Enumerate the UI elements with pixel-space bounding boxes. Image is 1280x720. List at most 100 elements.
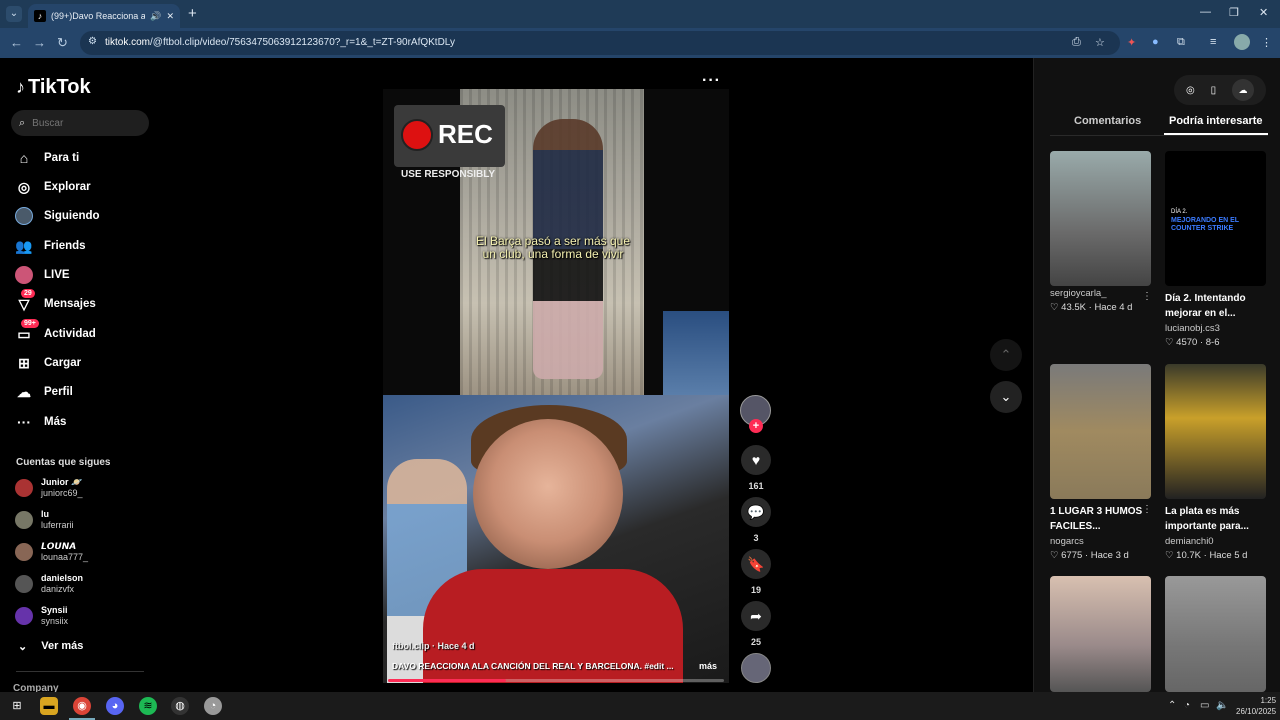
suggested-video-card[interactable]: DÍA 2. MEJORANDO EN EL COUNTER STRIKE Dí… bbox=[1165, 151, 1266, 348]
reload-icon[interactable]: ↻ bbox=[57, 35, 68, 51]
suggested-video-card[interactable] bbox=[1050, 576, 1151, 692]
sidebar-item-live[interactable]: LIVE bbox=[15, 264, 70, 286]
browser-tab-active[interactable]: ♪ (99+)Davo Reacciona a la C 🔊 ✕ bbox=[28, 4, 180, 28]
tiktok-note-icon: ♪ bbox=[16, 77, 25, 97]
following-account[interactable]: Synsii synsiix bbox=[15, 603, 68, 629]
video-more-link[interactable]: más bbox=[699, 661, 717, 671]
follow-plus-icon[interactable]: + bbox=[749, 419, 763, 433]
suggested-video-card[interactable]: La plata es más importante para... demia… bbox=[1165, 364, 1266, 561]
network-icon[interactable]: ▭ bbox=[1200, 700, 1209, 711]
close-tab-icon[interactable]: ✕ bbox=[166, 11, 174, 22]
volume-icon[interactable]: 🔈 bbox=[1216, 700, 1228, 711]
tab-search-chevron-icon[interactable]: ⌄ bbox=[6, 6, 22, 22]
bookmark-star-icon[interactable]: ☆ bbox=[1095, 36, 1105, 49]
video-thumbnail[interactable] bbox=[1165, 576, 1266, 692]
minimize-icon[interactable]: — bbox=[1200, 6, 1211, 18]
sidebar-item-mas[interactable]: ··· Más bbox=[15, 411, 66, 433]
sidebar-item-cargar[interactable]: ⊞ Cargar bbox=[15, 352, 81, 374]
suggested-video-card[interactable]: ⋮ sergioycarla_ ♡ 43.5K · Hace 4 d bbox=[1050, 151, 1152, 313]
obs-icon[interactable]: ◍ bbox=[171, 697, 189, 715]
sidebar-item-mensajes[interactable]: ▽ 29 Mensajes bbox=[15, 289, 96, 315]
sidebar-item-friends[interactable]: 👥 Friends bbox=[15, 235, 86, 257]
video-thumbnail[interactable]: DÍA 2. MEJORANDO EN EL COUNTER STRIKE bbox=[1165, 151, 1266, 286]
search-input[interactable] bbox=[32, 117, 133, 129]
profile-avatar[interactable]: ☁ bbox=[1232, 79, 1255, 101]
card-username[interactable]: lucianobj.cs3 bbox=[1165, 323, 1266, 334]
tiktok-logo[interactable]: ♪ TikTok bbox=[16, 76, 91, 99]
sidebar-item-label: Más bbox=[44, 416, 67, 428]
chrome-icon[interactable]: ◉ bbox=[73, 697, 91, 715]
search-box[interactable]: ⌕ bbox=[11, 110, 149, 136]
suggested-video-card[interactable]: ⋮ 1 LUGAR 3 HUMOS FACILES... nogarcs ♡ 6… bbox=[1050, 364, 1152, 561]
video-thumbnail[interactable] bbox=[1050, 151, 1151, 286]
like-heart-icon[interactable]: ♥ bbox=[741, 445, 771, 475]
friends-icon: 👥 bbox=[15, 237, 33, 254]
account-username: synsiix bbox=[41, 616, 69, 626]
more-icon: ··· bbox=[17, 414, 31, 430]
cast-icon[interactable]: ⎙ bbox=[1072, 36, 1081, 49]
video-thumbnail[interactable] bbox=[1050, 364, 1151, 499]
comment-icon[interactable]: 💬 bbox=[741, 497, 771, 527]
card-options-icon[interactable]: ⋮ bbox=[1142, 291, 1152, 302]
account-name: Synsii bbox=[41, 605, 68, 615]
following-account[interactable]: danielson danizvfx bbox=[15, 571, 83, 597]
url-text[interactable]: tiktok.com/@ftbol.clip/video/75634750639… bbox=[105, 37, 455, 48]
card-username[interactable]: sergioycarla_ bbox=[1050, 288, 1151, 299]
spotify-icon[interactable]: ≋ bbox=[139, 697, 157, 715]
video-thumbnail[interactable] bbox=[1050, 576, 1151, 692]
profile-avatar[interactable] bbox=[1234, 34, 1250, 50]
back-icon[interactable]: ← bbox=[10, 35, 23, 50]
tab-comentarios[interactable]: Comentarios bbox=[1074, 115, 1141, 127]
rec-dot-icon bbox=[401, 119, 433, 151]
video-author-meta[interactable]: ftbol.clip · Hace 4 d bbox=[392, 641, 475, 651]
share-arrow-icon[interactable]: ➦ bbox=[741, 601, 771, 631]
next-video-chevron-down-icon[interactable]: ⌄ bbox=[990, 381, 1022, 413]
windows-start-icon[interactable]: ⊞ bbox=[8, 697, 26, 715]
sidebar-item-siguiendo[interactable]: Siguiendo bbox=[15, 205, 100, 227]
card-options-icon[interactable]: ⋮ bbox=[1142, 504, 1152, 515]
video-thumbnail[interactable] bbox=[1165, 364, 1266, 499]
sidebar-item-actividad[interactable]: ▭ 99+ Actividad bbox=[15, 319, 96, 345]
new-tab-icon[interactable]: + bbox=[188, 5, 197, 22]
following-account[interactable]: 𝙇𝙊𝙐𝙉𝘼 lounaa777_ bbox=[15, 539, 88, 565]
extensions-puzzle-icon[interactable]: ⧉ bbox=[1177, 36, 1185, 49]
forward-icon[interactable]: → bbox=[33, 35, 46, 50]
sidebar-item-explorar[interactable]: ◎ Explorar bbox=[15, 176, 91, 198]
speaker-icon[interactable]: 🔊 bbox=[150, 11, 161, 22]
bookmark-icon[interactable]: 🔖 bbox=[741, 549, 771, 579]
music-disc-icon[interactable] bbox=[741, 653, 771, 683]
address-bar[interactable]: ⚙ tiktok.com/@ftbol.clip/video/756347506… bbox=[80, 31, 1120, 55]
previous-video-chevron-up-icon[interactable]: ⌃ bbox=[990, 339, 1022, 371]
video-player[interactable]: REC USE RESPONSIBLY El Barça pasó a ser … bbox=[383, 89, 729, 683]
system-clock[interactable]: 1:25 26/10/2025 bbox=[1236, 695, 1276, 717]
mobile-icon[interactable]: ▯ bbox=[1211, 85, 1217, 96]
account-username: luferrarii bbox=[41, 520, 74, 530]
browser-menu-icon[interactable]: ⋮ bbox=[1261, 36, 1272, 49]
sidebar-item-label: Cargar bbox=[44, 357, 82, 369]
card-username[interactable]: nogarcs bbox=[1050, 536, 1151, 547]
tab-podria-interesarte[interactable]: Podría interesarte bbox=[1169, 115, 1263, 127]
see-more-button[interactable]: ⌄ Ver más bbox=[18, 640, 83, 653]
restore-icon[interactable]: ❐ bbox=[1229, 6, 1239, 19]
tray-app-icon[interactable]: ◔ bbox=[1184, 700, 1190, 711]
following-account[interactable]: Junior 🪐 juniorc69_ bbox=[15, 475, 83, 501]
following-account[interactable]: lu luferrarii bbox=[15, 507, 74, 533]
tray-chevron-up-icon[interactable]: ⌃ bbox=[1168, 700, 1176, 711]
app-icon[interactable]: ◔ bbox=[204, 697, 222, 715]
video-options-icon[interactable]: ··· bbox=[702, 72, 721, 90]
compass-icon[interactable]: ◎ bbox=[1186, 85, 1195, 96]
suggested-video-card[interactable] bbox=[1165, 576, 1266, 692]
video-progress-bar[interactable] bbox=[388, 679, 724, 682]
file-explorer-icon[interactable]: ▬ bbox=[40, 697, 58, 715]
close-window-icon[interactable]: ✕ bbox=[1259, 6, 1268, 19]
extension-icon[interactable]: ✦ bbox=[1127, 36, 1136, 49]
tab-divider bbox=[1050, 135, 1268, 136]
extension-2-icon[interactable]: ● bbox=[1152, 36, 1159, 48]
card-username[interactable]: demianchi0 bbox=[1165, 536, 1266, 547]
sidebar-item-perfil[interactable]: ☁ Perfil bbox=[15, 381, 73, 403]
sidebar-item-para-ti[interactable]: ⌂ Para ti bbox=[15, 147, 79, 169]
sidebar-item-label: Friends bbox=[44, 240, 86, 252]
site-info-icon[interactable]: ⚙ bbox=[88, 36, 97, 47]
media-control-icon[interactable]: ≡ bbox=[1210, 36, 1216, 48]
discord-icon[interactable]: ◕ bbox=[106, 697, 124, 715]
